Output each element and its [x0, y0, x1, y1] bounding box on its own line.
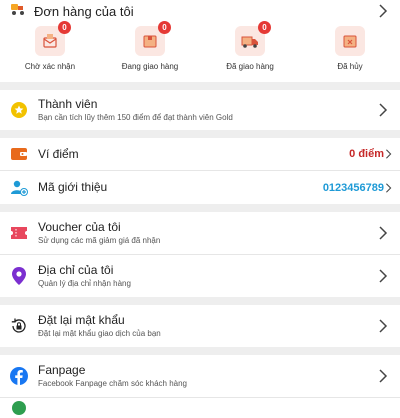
- order-count-badge: 0: [158, 21, 171, 34]
- address-row[interactable]: Địa chỉ của tôi Quản lý địa chỉ nhận hàn…: [0, 255, 400, 297]
- orders-status-row: 0 Chờ xác nhận 0 Đang giao hàng 0 Đã gia…: [0, 21, 400, 82]
- voucher-title: Voucher của tôi: [38, 219, 121, 234]
- order-status-delivered[interactable]: 0 Đã giao hàng: [200, 21, 300, 82]
- reset-password-row[interactable]: Đặt lại mật khẩu Đặt lại mật khẩu giao d…: [0, 305, 400, 347]
- voucher-row[interactable]: Voucher của tôi Sử dụng các mã giảm giá …: [0, 212, 400, 254]
- lock-reset-icon: [10, 317, 28, 335]
- member-subtitle: Bạn cần tích lũy thêm 150 điểm để đạt th…: [38, 112, 233, 122]
- chevron-right-icon[interactable]: [378, 226, 388, 240]
- referral-title: Mã giới thiệu: [38, 180, 108, 194]
- order-status-label: Đang giao hàng: [121, 62, 179, 71]
- wallet-points-value: 0 điểm: [349, 148, 384, 160]
- member-row[interactable]: Thành viên Bạn cần tích lũy thêm 150 điể…: [0, 90, 400, 130]
- fanpage-row[interactable]: Fanpage Facebook Fanpage chăm sóc khách …: [0, 355, 400, 397]
- chevron-right-icon[interactable]: [385, 181, 392, 195]
- chevron-right-icon[interactable]: [378, 269, 388, 283]
- fanpage-subtitle: Facebook Fanpage chăm sóc khách hàng: [38, 378, 187, 388]
- cancelled-box-icon: [335, 26, 365, 56]
- order-status-shipping[interactable]: 0 Đang giao hàng: [100, 21, 200, 82]
- referral-code-value[interactable]: 0123456789: [323, 182, 384, 194]
- wallet-title: Ví điểm: [38, 146, 79, 161]
- order-status-pending[interactable]: 0 Chờ xác nhận: [0, 21, 100, 82]
- order-count-badge: 0: [58, 21, 71, 34]
- box-icon: 0: [135, 21, 171, 56]
- chevron-right-icon[interactable]: [378, 319, 388, 333]
- reset-password-subtitle: Đặt lại mật khẩu giao dịch của bạn: [38, 328, 161, 338]
- partial-row-icon: [10, 399, 28, 417]
- chevron-right-icon[interactable]: [378, 4, 388, 18]
- star-icon: [10, 101, 28, 119]
- location-pin-icon: [10, 267, 28, 285]
- facebook-icon: [10, 367, 28, 385]
- reset-password-title: Đặt lại mật khẩu: [38, 312, 125, 327]
- pending-order-icon: 0: [35, 21, 71, 56]
- orders-header[interactable]: Đơn hàng của tôi: [0, 0, 400, 22]
- next-row-partial[interactable]: [0, 398, 400, 418]
- order-status-label: Đã hủy: [337, 62, 363, 71]
- orders-section: Đơn hàng của tôi 0 Chờ xác nhận 0 Đang g…: [0, 0, 400, 82]
- chevron-right-icon[interactable]: [385, 147, 392, 161]
- address-title: Địa chỉ của tôi: [38, 262, 114, 277]
- ticket-icon: [10, 224, 28, 242]
- voucher-subtitle: Sử dụng các mã giảm giá đã nhận: [38, 235, 161, 245]
- order-count-badge: 0: [258, 21, 271, 34]
- address-subtitle: Quản lý địa chỉ nhận hàng: [38, 278, 131, 288]
- order-status-label: Đã giao hàng: [226, 62, 274, 71]
- wallet-row[interactable]: Ví điểm 0 điểm: [0, 138, 400, 170]
- order-status-cancelled[interactable]: Đã hủy: [300, 26, 400, 82]
- member-title: Thành viên: [38, 96, 98, 111]
- chevron-right-icon[interactable]: [378, 103, 388, 117]
- order-status-label: Chờ xác nhận: [24, 62, 76, 71]
- delivery-scooter-icon: [10, 2, 26, 21]
- fanpage-title: Fanpage: [38, 362, 86, 377]
- add-user-icon: [10, 179, 28, 197]
- truck-icon: 0: [235, 21, 271, 56]
- referral-row[interactable]: Mã giới thiệu 0123456789: [0, 171, 400, 204]
- orders-title: Đơn hàng của tôi: [34, 3, 134, 19]
- wallet-icon: [10, 145, 28, 163]
- chevron-right-icon[interactable]: [378, 369, 388, 383]
